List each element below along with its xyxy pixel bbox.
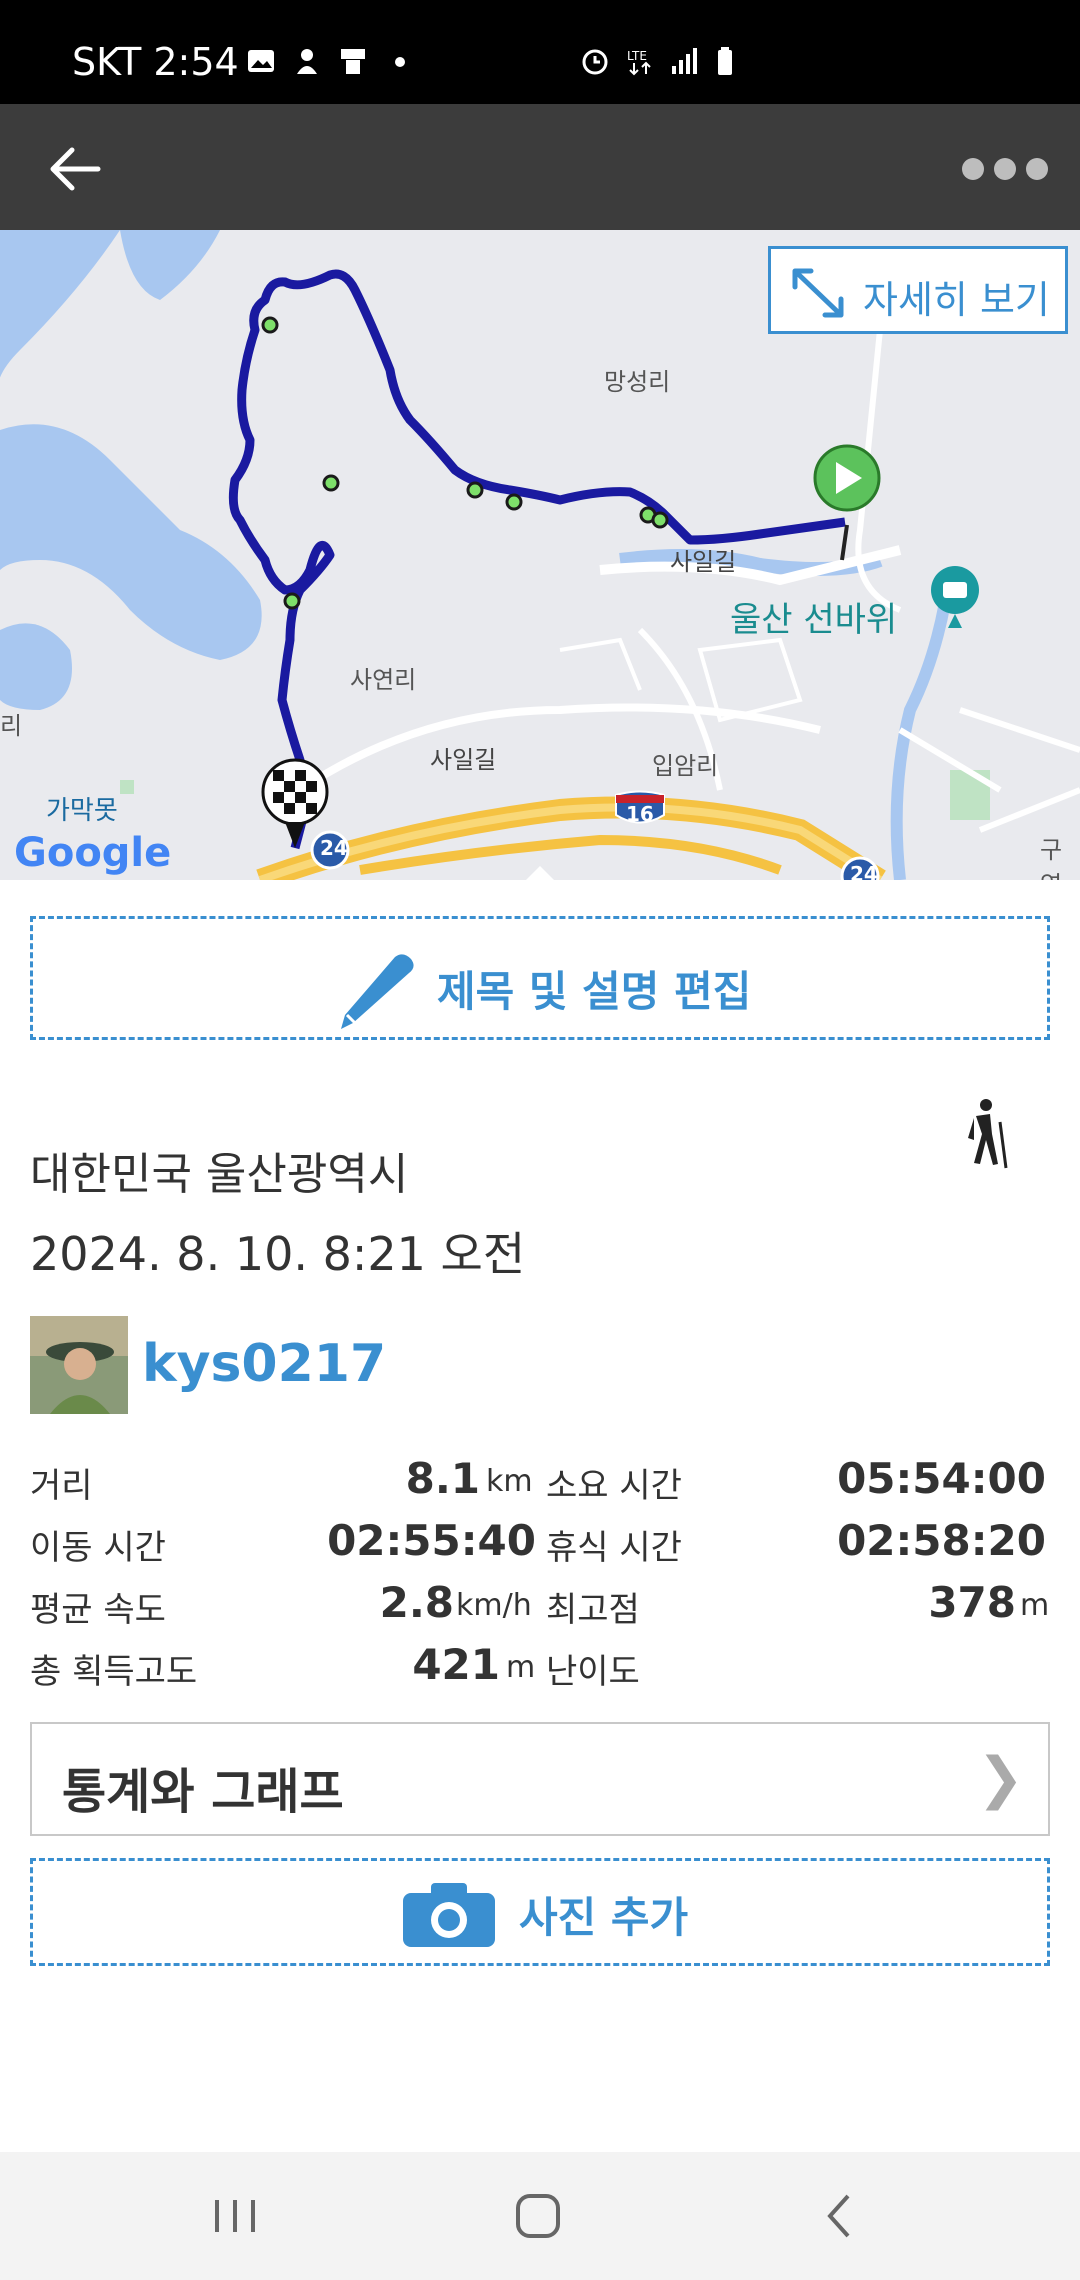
expand-icon xyxy=(792,268,844,318)
dot-icon xyxy=(395,57,405,67)
map-label: 리 xyxy=(0,712,23,740)
app-notification-icon xyxy=(341,49,365,74)
signal-icon xyxy=(672,48,697,74)
map-label: 구영 xyxy=(1040,836,1063,880)
username-link[interactable]: kys0217 xyxy=(142,1334,386,1394)
stat-value-total-time: 05:54:00 xyxy=(837,1454,1046,1503)
map-label: 망성리 xyxy=(604,368,671,396)
road-number: 24 xyxy=(850,862,878,880)
stat-label-elevation-gain: 총 획득고도 xyxy=(30,1652,198,1692)
stats-graph-button[interactable]: 통계와 그래프 ❯ xyxy=(30,1722,1050,1836)
stat-label-avg-speed: 평균 속도 xyxy=(30,1590,166,1630)
status-bar: SKT 2:54 LTE xyxy=(0,0,1080,104)
add-photo-button[interactable]: 사진 추가 xyxy=(30,1858,1050,1966)
status-time: SKT 2:54 xyxy=(72,40,239,84)
map-label: 사연리 xyxy=(350,666,417,694)
route-map[interactable]: 망성리 사일길 사일길 사연리 입암리 울산 선바위 가막못 리 구영 24 2… xyxy=(0,230,1080,880)
stat-value-distance: 8.1 xyxy=(405,1454,480,1503)
stat-value-moving-time: 02:55:40 xyxy=(327,1516,536,1565)
stat-unit-elevation-gain: m xyxy=(506,1650,536,1685)
alarm-icon xyxy=(582,49,608,75)
stat-unit-avg-speed: km/h xyxy=(456,1588,532,1623)
map-label: 가막못 xyxy=(46,796,118,826)
chevron-right-icon: ❯ xyxy=(977,1746,1024,1811)
edit-title-label: 제목 및 설명 편집 xyxy=(437,966,752,1016)
stat-label-difficulty: 난이도 xyxy=(546,1652,640,1692)
edit-title-description-button[interactable]: 제목 및 설명 편집 xyxy=(30,916,1050,1040)
stat-label-distance: 거리 xyxy=(30,1466,93,1506)
add-photo-label: 사진 추가 xyxy=(519,1892,689,1942)
stat-unit-max-elevation: m xyxy=(1020,1588,1050,1623)
avatar-image xyxy=(30,1316,128,1414)
stat-value-max-elevation: 378 xyxy=(928,1578,1016,1627)
road-number: 16 xyxy=(626,802,654,826)
more-dot-icon xyxy=(962,158,984,180)
map-label: 사일길 xyxy=(430,746,497,774)
start-marker-icon xyxy=(813,444,881,561)
avatar[interactable] xyxy=(30,1316,128,1414)
finish-marker-icon xyxy=(261,758,329,848)
notification-icon xyxy=(297,49,317,74)
activity-datetime: 2024. 8. 10. 8:21 오전 xyxy=(30,1227,526,1281)
map-label: 입암리 xyxy=(652,752,719,780)
stat-label-moving-time: 이동 시간 xyxy=(30,1528,166,1568)
stat-value-rest-time: 02:58:20 xyxy=(837,1516,1046,1565)
more-dot-icon xyxy=(1026,158,1048,180)
hiking-icon xyxy=(968,1099,1008,1169)
stat-unit-distance: km xyxy=(486,1464,533,1499)
more-options-button[interactable] xyxy=(960,144,1050,194)
stat-label-max-elevation: 최고점 xyxy=(546,1590,640,1630)
camera-icon xyxy=(403,1883,495,1947)
stats-graph-label: 통계와 그래프 xyxy=(62,1764,344,1820)
expand-map-button[interactable]: 자세히 보기 xyxy=(768,246,1068,334)
pencil-icon xyxy=(341,954,414,1029)
stat-label-rest-time: 휴식 시간 xyxy=(546,1528,682,1568)
app-bar xyxy=(0,104,1080,230)
map-label: 사일길 xyxy=(670,548,737,576)
poi-label: 울산 선바위 xyxy=(730,600,898,640)
back-nav-icon[interactable] xyxy=(810,2186,870,2246)
stat-value-elevation-gain: 421 xyxy=(412,1640,500,1689)
stat-value-avg-speed: 2.8 xyxy=(379,1578,454,1627)
svg-text:LTE: LTE xyxy=(627,49,647,63)
battery-icon xyxy=(718,47,732,75)
road-number: 24 xyxy=(320,836,348,860)
image-icon xyxy=(248,50,274,72)
system-nav-bar xyxy=(0,2152,1080,2280)
more-dot-icon xyxy=(994,158,1016,180)
home-icon[interactable] xyxy=(508,2186,568,2246)
stat-label-total-time: 소요 시간 xyxy=(546,1466,682,1506)
back-arrow-icon[interactable] xyxy=(40,134,110,204)
google-attribution: Google xyxy=(14,830,172,876)
lte-icon: LTE xyxy=(627,49,651,76)
expand-map-label: 자세히 보기 xyxy=(863,278,1050,322)
recent-apps-icon[interactable] xyxy=(205,2186,265,2246)
activity-location: 대한민국 울산광역시 xyxy=(30,1149,409,1200)
